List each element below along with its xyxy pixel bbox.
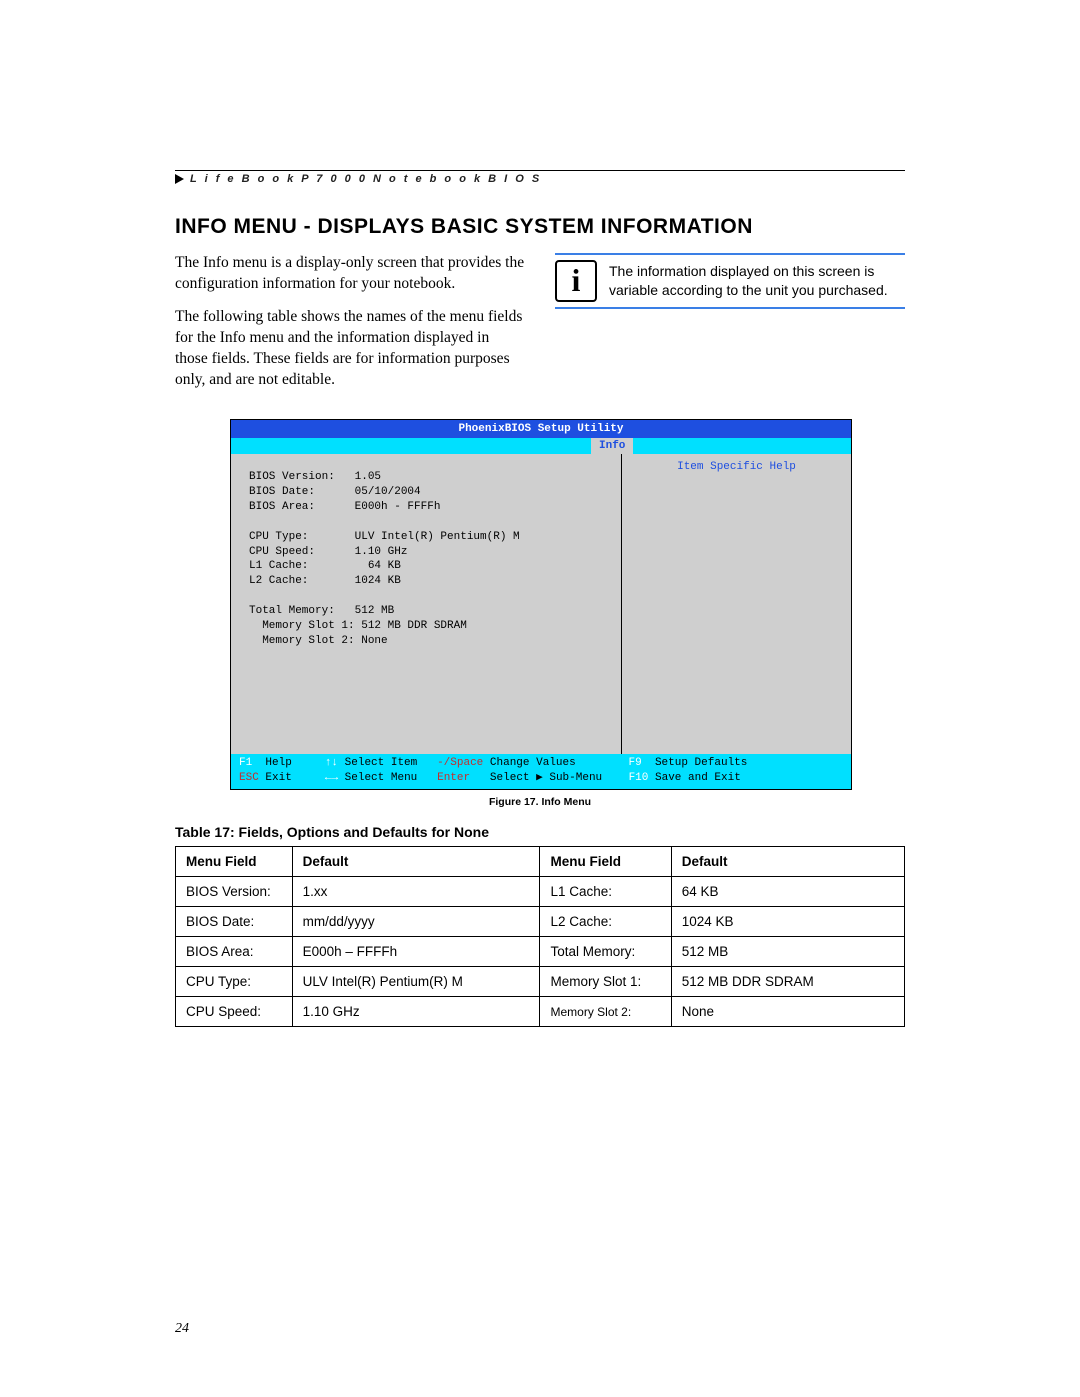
cell: 512 MB DDR SDRAM	[671, 967, 904, 997]
table-row: BIOS Date: mm/dd/yyyy L2 Cache: 1024 KB	[176, 907, 905, 937]
key-leftright: ←→	[325, 772, 338, 784]
footer-exit: Exit	[265, 772, 291, 784]
intro-columns: The Info menu is a display-only screen t…	[175, 253, 905, 391]
bios-window: PhoenixBIOS Setup Utility Info BIOS Vers…	[230, 419, 852, 791]
th-default-2: Default	[671, 847, 904, 877]
bios-line: L1 Cache: 64 KB	[249, 560, 401, 572]
cell: BIOS Area:	[176, 937, 293, 967]
th-default-1: Default	[292, 847, 540, 877]
cell: mm/dd/yyyy	[292, 907, 540, 937]
bios-line: Memory Slot 2: None	[249, 635, 388, 647]
defaults-table: Menu Field Default Menu Field Default BI…	[175, 846, 905, 1027]
bios-line: BIOS Date: 05/10/2004	[249, 486, 421, 498]
cell: 1.xx	[292, 877, 540, 907]
intro-para-1: The Info menu is a display-only screen t…	[175, 253, 525, 295]
bios-left-pane: BIOS Version: 1.05 BIOS Date: 05/10/2004…	[231, 454, 622, 754]
key-f9: F9	[629, 757, 642, 769]
cell: L1 Cache:	[540, 877, 671, 907]
right-column: i The information displayed on this scre…	[555, 253, 905, 391]
th-menu-field-2: Menu Field	[540, 847, 671, 877]
info-icon: i	[555, 260, 597, 302]
bios-line: CPU Speed: 1.10 GHz	[249, 546, 407, 558]
key-enter: Enter	[437, 772, 470, 784]
page-title: INFO MENU - DISPLAYS BASIC SYSTEM INFORM…	[175, 215, 905, 239]
bios-line: BIOS Area: E000h - FFFFh	[249, 501, 440, 513]
key-esc: ESC	[239, 772, 259, 784]
cell: 512 MB	[671, 937, 904, 967]
left-column: The Info menu is a display-only screen t…	[175, 253, 525, 391]
bios-line: BIOS Version: 1.05	[249, 471, 381, 483]
key-f1: F1	[239, 757, 252, 769]
table-title: Table 17: Fields, Options and Defaults f…	[175, 824, 905, 840]
cell: ULV Intel(R) Pentium(R) M	[292, 967, 540, 997]
footer-save-exit: Save and Exit	[655, 772, 741, 784]
bios-screenshot: PhoenixBIOS Setup Utility Info BIOS Vers…	[230, 419, 850, 809]
figure-caption: Figure 17. Info Menu	[230, 796, 850, 808]
table-row: CPU Type: ULV Intel(R) Pentium(R) M Memo…	[176, 967, 905, 997]
key-f10: F10	[629, 772, 649, 784]
cell: 1024 KB	[671, 907, 904, 937]
cell: 1.10 GHz	[292, 997, 540, 1027]
cell: Memory Slot 1:	[540, 967, 671, 997]
cell: CPU Type:	[176, 967, 293, 997]
page: L i f e B o o k P 7 0 0 0 N o t e b o o …	[0, 0, 1080, 1397]
cell: BIOS Date:	[176, 907, 293, 937]
bios-line: Total Memory: 512 MB	[249, 605, 394, 617]
bios-tab-info: Info	[591, 438, 633, 454]
th-menu-field-1: Menu Field	[176, 847, 293, 877]
bios-tabrow: Info	[231, 438, 851, 454]
intro-para-2: The following table shows the names of t…	[175, 307, 525, 391]
cell: None	[671, 997, 904, 1027]
running-header: L i f e B o o k P 7 0 0 0 N o t e b o o …	[175, 173, 905, 185]
bios-line: Memory Slot 1: 512 MB DDR SDRAM	[249, 620, 467, 632]
cell: Memory Slot 2:	[540, 997, 671, 1027]
header-rule	[175, 170, 905, 171]
footer-setup-defaults: Setup Defaults	[655, 757, 747, 769]
bios-help-header: Item Specific Help	[630, 460, 843, 475]
bios-line: L2 Cache: 1024 KB	[249, 575, 401, 587]
table-header-row: Menu Field Default Menu Field Default	[176, 847, 905, 877]
cell: E000h – FFFFh	[292, 937, 540, 967]
key-space: -/Space	[437, 757, 483, 769]
running-header-text: L i f e B o o k P 7 0 0 0 N o t e b o o …	[190, 173, 542, 185]
bios-footer: F1 Help ↑↓ Select Item -/Space Change Va…	[231, 754, 851, 789]
bios-body: BIOS Version: 1.05 BIOS Date: 05/10/2004…	[231, 454, 851, 754]
bios-help-pane: Item Specific Help	[622, 454, 851, 754]
cell: Total Memory:	[540, 937, 671, 967]
cell: CPU Speed:	[176, 997, 293, 1027]
footer-select-submenu: Select ▶ Sub-Menu	[490, 772, 602, 784]
page-number: 24	[175, 1321, 189, 1337]
bios-titlebar: PhoenixBIOS Setup Utility	[231, 420, 851, 439]
table-row: CPU Speed: 1.10 GHz Memory Slot 2: None	[176, 997, 905, 1027]
cell: BIOS Version:	[176, 877, 293, 907]
cell: L2 Cache:	[540, 907, 671, 937]
table-row: BIOS Area: E000h – FFFFh Total Memory: 5…	[176, 937, 905, 967]
footer-help: Help	[265, 757, 291, 769]
key-updown: ↑↓	[325, 757, 338, 769]
note-text: The information displayed on this screen…	[609, 262, 905, 300]
note-box: i The information displayed on this scre…	[555, 253, 905, 309]
table-row: BIOS Version: 1.xx L1 Cache: 64 KB	[176, 877, 905, 907]
cell: 64 KB	[671, 877, 904, 907]
footer-select-menu: Select Menu	[345, 772, 418, 784]
footer-select-item: Select Item	[345, 757, 418, 769]
arrow-icon	[175, 174, 184, 184]
bios-line: CPU Type: ULV Intel(R) Pentium(R) M	[249, 531, 520, 543]
footer-change-values: Change Values	[490, 757, 576, 769]
